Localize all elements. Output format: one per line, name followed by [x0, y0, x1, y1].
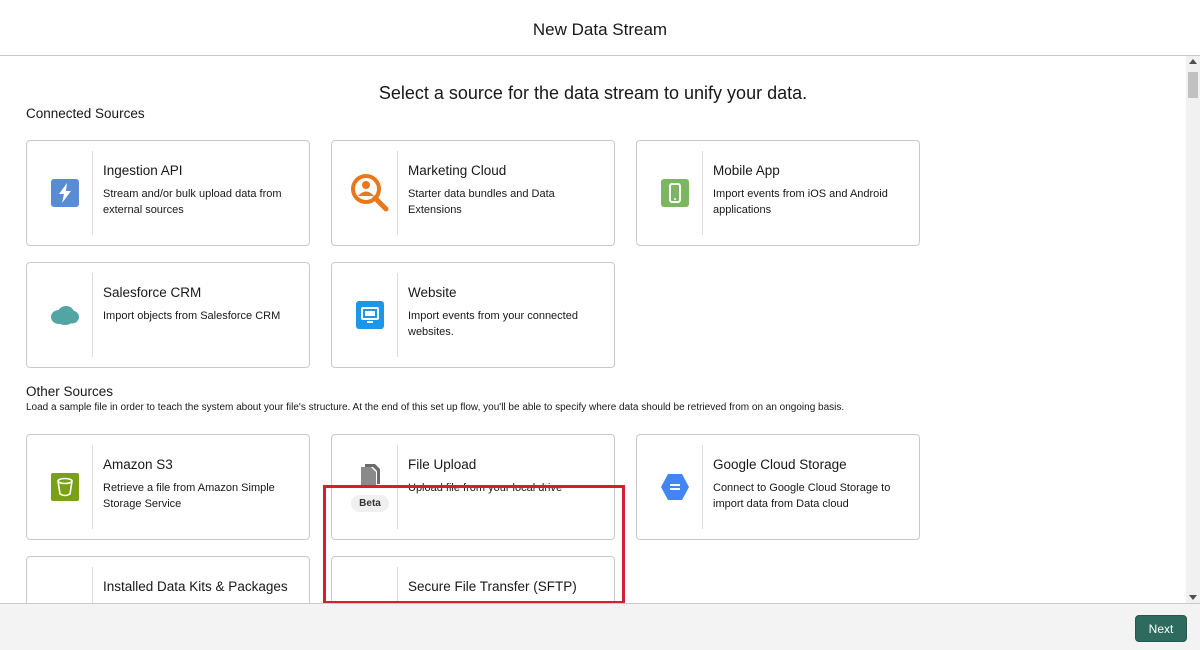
beta-badge: Beta [351, 494, 389, 512]
card-title: Website [408, 285, 457, 300]
card-description: Import objects from Salesforce CRM [103, 310, 281, 322]
card-description: Starter data bundles and Data Extensions [408, 188, 555, 216]
modal-body[interactable]: Select a source for the data stream to u… [0, 56, 1186, 603]
section-description-other: Load a sample file in order to teach the… [26, 402, 845, 413]
scroll-up-icon[interactable] [1189, 59, 1197, 64]
card-title: Installed Data Kits & Packages [103, 579, 288, 594]
modal-title: New Data Stream [532, 20, 668, 39]
next-button[interactable]: Next [1135, 615, 1187, 642]
card-title: Salesforce CRM [103, 285, 202, 300]
scroll-down-icon[interactable] [1189, 595, 1197, 600]
source-card-sftp[interactable]: Secure File Transfer (SFTP) [331, 556, 615, 603]
card-title: Ingestion API [103, 163, 183, 178]
card-title: Amazon S3 [103, 457, 173, 472]
source-card-ingestion-api[interactable]: Ingestion API Stream and/or bulk upload … [26, 140, 310, 246]
source-card-installed-data-kits[interactable]: Installed Data Kits & Packages [26, 556, 310, 603]
card-title: Google Cloud Storage [713, 457, 847, 472]
section-label-other: Other Sources [26, 384, 114, 399]
source-card-website[interactable]: Website Import events from your connecte… [331, 262, 615, 368]
card-title: Marketing Cloud [408, 163, 507, 178]
card-title: File Upload [408, 457, 477, 472]
card-title: Secure File Transfer (SFTP) [408, 579, 577, 594]
card-description: Import events from your connected websit… [408, 310, 578, 338]
card-description: Import events from iOS and Android appli… [713, 188, 888, 216]
vertical-scrollbar[interactable] [1186, 56, 1200, 603]
section-label-connected: Connected Sources [26, 106, 145, 121]
source-card-marketing-cloud[interactable]: Marketing Cloud Starter data bundles and… [331, 140, 615, 246]
card-description: Retrieve a file from Amazon Simple Stora… [103, 482, 275, 510]
source-card-google-cloud-storage[interactable]: Google Cloud Storage Connect to Google C… [636, 434, 920, 540]
page-subtitle: Select a source for the data stream to u… [378, 83, 808, 103]
card-title: Mobile App [713, 163, 780, 178]
card-description: Connect to Google Cloud Storage to impor… [713, 482, 891, 510]
card-description: Upload file from your local drive [408, 482, 563, 494]
source-card-salesforce-crm[interactable]: Salesforce CRM Import objects from Sales… [26, 262, 310, 368]
card-description: Stream and/or bulk upload data from exte… [103, 188, 282, 216]
source-card-file-upload[interactable]: Beta File Upload Upload file from your l… [331, 434, 615, 540]
source-card-mobile-app[interactable]: Mobile App Import events from iOS and An… [636, 140, 920, 246]
modal-header: New Data Stream [0, 0, 1200, 56]
scrollbar-thumb[interactable] [1188, 72, 1198, 98]
source-card-amazon-s3[interactable]: Amazon S3 Retrieve a file from Amazon Si… [26, 434, 310, 540]
modal-footer: Next [0, 603, 1200, 650]
